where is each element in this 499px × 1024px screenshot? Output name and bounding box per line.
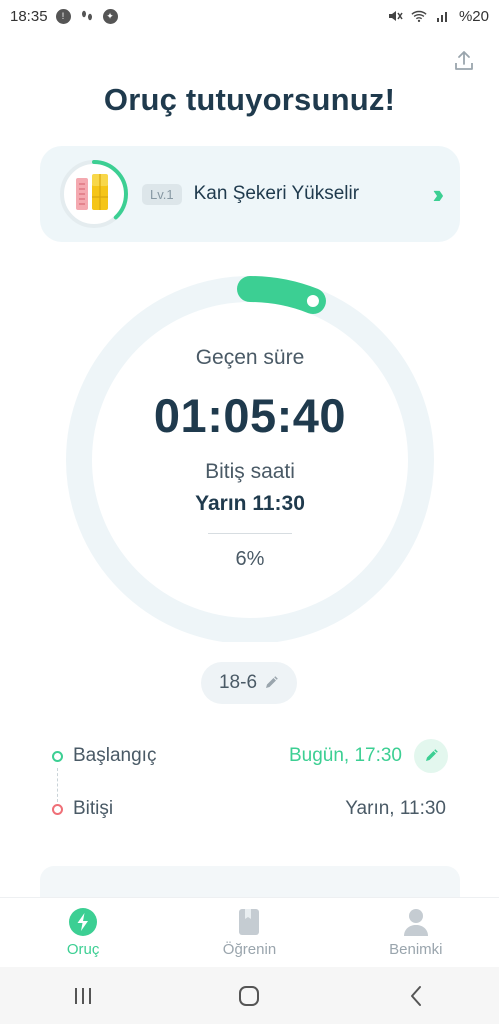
signal-icon <box>435 8 451 24</box>
recent-apps-button[interactable] <box>53 976 113 1016</box>
tab-label-profile: Benimki <box>389 941 443 958</box>
bolt-icon <box>69 908 98 936</box>
plan-selector-button[interactable]: 18-6 <box>201 662 297 704</box>
progress-percent: 6% <box>235 548 265 570</box>
battery-level: %20 <box>458 7 489 25</box>
blood-sugar-icon <box>76 174 108 210</box>
share-button[interactable] <box>449 46 479 76</box>
level-icon-wrap <box>58 158 130 230</box>
status-time: 18:35 <box>10 7 48 25</box>
start-value[interactable]: Bugün, 17:30 <box>289 745 402 767</box>
back-icon <box>410 985 421 1006</box>
start-row: Başlangıç Bugün, 17:30 <box>52 738 448 774</box>
share-icon <box>455 51 473 70</box>
tab-profile[interactable]: Benimki <box>346 898 486 968</box>
tab-label-learn: Öğrenin <box>222 941 277 958</box>
home-icon <box>239 985 260 1006</box>
elapsed-time: 01:05:40 <box>153 389 347 442</box>
pencil-icon <box>266 676 278 688</box>
end-dot <box>52 803 63 815</box>
end-row: Bitişi Yarın, 11:30 <box>52 791 448 827</box>
home-button[interactable] <box>219 976 279 1016</box>
end-time-label: Bitiş saati <box>205 460 295 483</box>
pin-icon: ✦ <box>102 8 118 24</box>
end-time-value: Yarın 11:30 <box>195 492 305 515</box>
pencil-icon <box>426 749 438 761</box>
alert-circle-icon: ! <box>55 8 71 24</box>
status-left: 18:35 ! ✦ <box>10 8 118 25</box>
tab-fasting[interactable]: Oruç <box>13 898 153 968</box>
chevron-right-icon: ›› <box>432 178 445 209</box>
fasting-timer: Geçen süre 01:05:40 Bitiş saati Yarın 11… <box>66 270 434 642</box>
level-title: Kan Şekeri Yükselir <box>193 183 360 204</box>
fasting-screen: 18:35 ! ✦ %20 Oruç tutuyorsunuz! Lv.1 Ka… <box>0 0 499 1024</box>
book-icon <box>239 909 260 935</box>
edit-start-button[interactable] <box>414 739 448 773</box>
plan-label: 18-6 <box>218 672 258 693</box>
timer-ring <box>66 276 434 642</box>
start-dot <box>52 750 63 762</box>
tab-label-fasting: Oruç <box>66 941 100 958</box>
footprints-icon <box>79 8 95 24</box>
start-label: Başlangıç <box>73 745 157 766</box>
back-button[interactable] <box>386 976 446 1016</box>
system-nav-bar <box>0 967 499 1024</box>
end-label: Bitişi <box>73 798 114 819</box>
status-bar: 18:35 ! ✦ %20 <box>0 0 499 32</box>
profile-icon <box>403 909 428 936</box>
recent-apps-icon <box>75 987 92 1004</box>
bottom-tab-bar: Oruç Öğrenin Benimki <box>0 897 499 967</box>
mute-icon <box>387 8 403 24</box>
timer-progress-knob <box>306 295 319 308</box>
wifi-icon <box>411 8 427 24</box>
timer-divider <box>208 533 292 534</box>
level-card[interactable]: Lv.1 Kan Şekeri Yükselir ›› <box>40 146 460 242</box>
status-right: %20 <box>387 8 489 25</box>
elapsed-label: Geçen süre <box>195 346 305 369</box>
end-value: Yarın, 11:30 <box>345 798 446 819</box>
page-title: Oruç tutuyorsunuz! <box>103 82 396 117</box>
tab-learn[interactable]: Öğrenin <box>179 898 319 968</box>
level-badge: Lv.1 <box>142 183 182 205</box>
